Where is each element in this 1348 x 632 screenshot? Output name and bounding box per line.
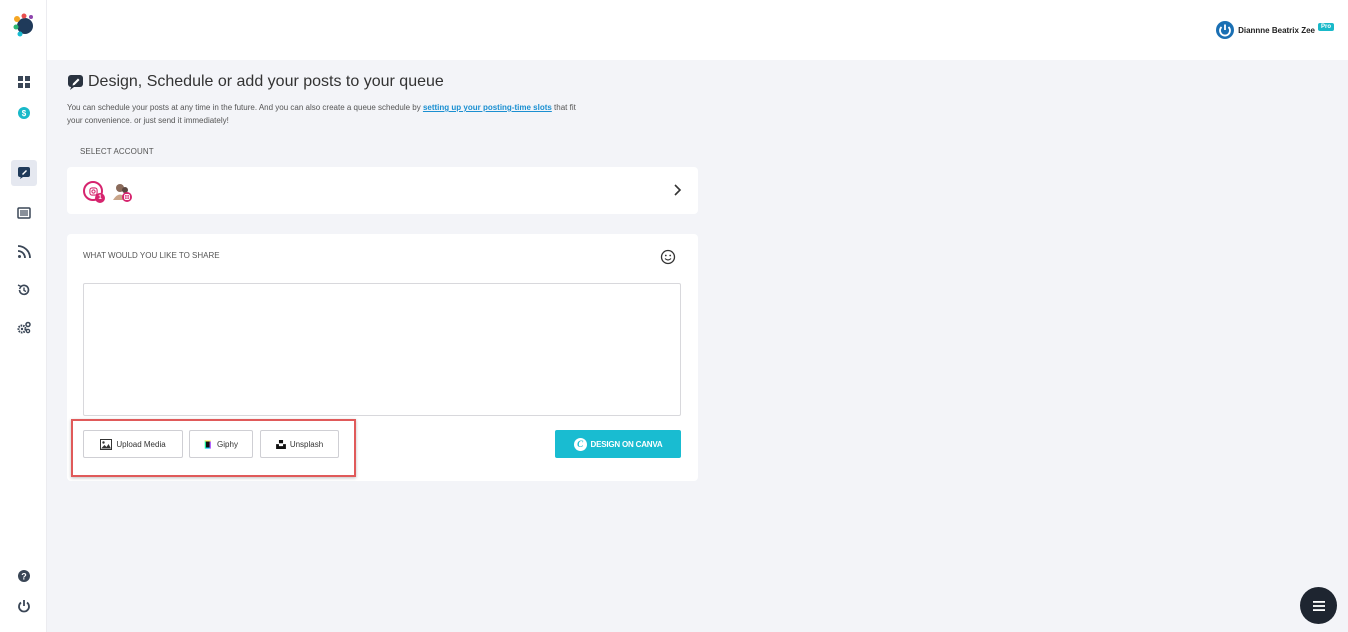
unsplash-label: Unsplash — [289, 439, 324, 449]
compose-icon[interactable] — [11, 160, 37, 186]
compose-icon — [68, 74, 83, 90]
page-title: Design, Schedule or add your posts to yo… — [88, 73, 444, 90]
share-composer: WHAT WOULD YOU LIKE TO SHARE Upload Medi… — [67, 234, 698, 481]
history-icon[interactable] — [12, 278, 36, 302]
page-title-row: Design, Schedule or add your posts to yo… — [67, 73, 444, 91]
app-logo[interactable] — [12, 13, 36, 37]
upload-media-label: Upload Media — [116, 439, 166, 449]
unsplash-button[interactable]: Unsplash — [260, 430, 339, 458]
page-description: You can schedule your posts at any time … — [67, 101, 577, 127]
hamburger-icon — [1312, 600, 1325, 611]
sidebar: $ ? — [0, 0, 47, 632]
giphy-label: Giphy — [217, 439, 238, 449]
image-icon — [100, 438, 113, 450]
description-text: You can schedule your posts at any time … — [67, 103, 423, 112]
select-account-label: SELECT ACCOUNT — [80, 147, 154, 156]
pro-badge: Pro — [1317, 23, 1334, 31]
help-icon[interactable]: ? — [12, 564, 36, 588]
dollar-icon[interactable]: $ — [12, 101, 36, 125]
rss-icon[interactable] — [12, 240, 36, 264]
account-count-badge: 1 — [95, 193, 105, 203]
power-icon[interactable] — [12, 594, 36, 618]
canva-label: DESIGN ON CANVA — [590, 439, 663, 449]
user-avatar-icon — [1216, 21, 1235, 39]
user-name: Diannne Beatrix Zee — [1238, 25, 1315, 35]
user-menu[interactable]: Diannne Beatrix Zee Pro — [1215, 20, 1334, 40]
canva-icon: C — [573, 437, 587, 451]
top-header: Diannne Beatrix Zee Pro — [47, 0, 1348, 60]
account-avatar[interactable] — [111, 181, 133, 203]
account-selector[interactable]: 1 — [67, 167, 698, 214]
share-label: WHAT WOULD YOU LIKE TO SHARE — [83, 251, 220, 260]
post-text-input[interactable] — [83, 283, 681, 416]
giphy-icon — [204, 439, 211, 449]
emoji-icon[interactable] — [660, 249, 676, 265]
svg-text:$: $ — [22, 109, 27, 118]
design-on-canva-button[interactable]: C DESIGN ON CANVA — [555, 430, 681, 458]
settings-icon[interactable] — [12, 316, 36, 340]
upload-media-button[interactable]: Upload Media — [83, 430, 183, 458]
svg-text:?: ? — [21, 572, 27, 582]
posting-time-slots-link[interactable]: setting up your posting-time slots — [423, 103, 552, 112]
dashboard-icon[interactable] — [12, 70, 36, 94]
floating-menu-button[interactable] — [1300, 587, 1337, 624]
giphy-button[interactable]: Giphy — [189, 430, 253, 458]
chevron-right-icon[interactable] — [672, 183, 682, 197]
list-icon[interactable] — [12, 201, 36, 225]
unsplash-icon — [275, 439, 286, 449]
